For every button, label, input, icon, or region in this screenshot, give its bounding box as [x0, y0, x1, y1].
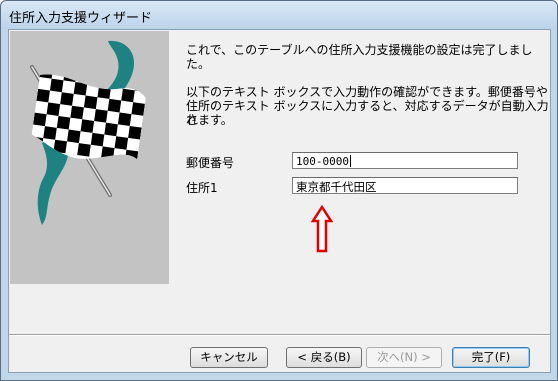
- next-button[interactable]: 次へ(N) >: [366, 347, 442, 368]
- completion-message: これで、このテーブルへの住所入力支援機能の設定は完了しました。: [186, 43, 533, 71]
- back-button[interactable]: < 戻る(B): [286, 347, 362, 368]
- button-separator: [9, 334, 550, 336]
- postal-code-field[interactable]: 100-0000: [292, 152, 518, 169]
- text-caret: [349, 155, 351, 167]
- up-arrow-icon: [311, 205, 333, 253]
- finish-button[interactable]: 完了(F): [452, 347, 530, 368]
- postal-code-value: 100-0000: [296, 155, 349, 168]
- instruction-line-1: 以下のテキスト ボックスで入力動作の確認ができます。郵便番号や: [186, 85, 548, 99]
- address-label: 住所1: [186, 181, 218, 195]
- wizard-art-graphic: [10, 31, 169, 284]
- cancel-button[interactable]: キャンセル: [190, 347, 268, 368]
- checkered-flag-icon: [10, 31, 169, 284]
- address-value: 東京都千代田区: [296, 180, 377, 194]
- instruction-line-2: 住所のテキスト ボックスに入力すると、対応するデータが自動入力さ: [186, 99, 549, 127]
- address-field[interactable]: 東京都千代田区: [292, 177, 518, 194]
- wizard-body: これで、このテーブルへの住所入力支援機能の設定は完了しました。 以下のテキスト …: [8, 29, 551, 373]
- title-bar[interactable]: 住所入力支援ウィザード: [1, 1, 557, 29]
- instruction-line-3: れます。: [186, 113, 233, 127]
- wizard-window: 住所入力支援ウィザード これで、このテーブルへの住所入力支援機能の設定は完了しま…: [0, 0, 558, 381]
- postal-code-label: 郵便番号: [186, 156, 235, 170]
- window-title: 住所入力支援ウィザード: [9, 11, 153, 26]
